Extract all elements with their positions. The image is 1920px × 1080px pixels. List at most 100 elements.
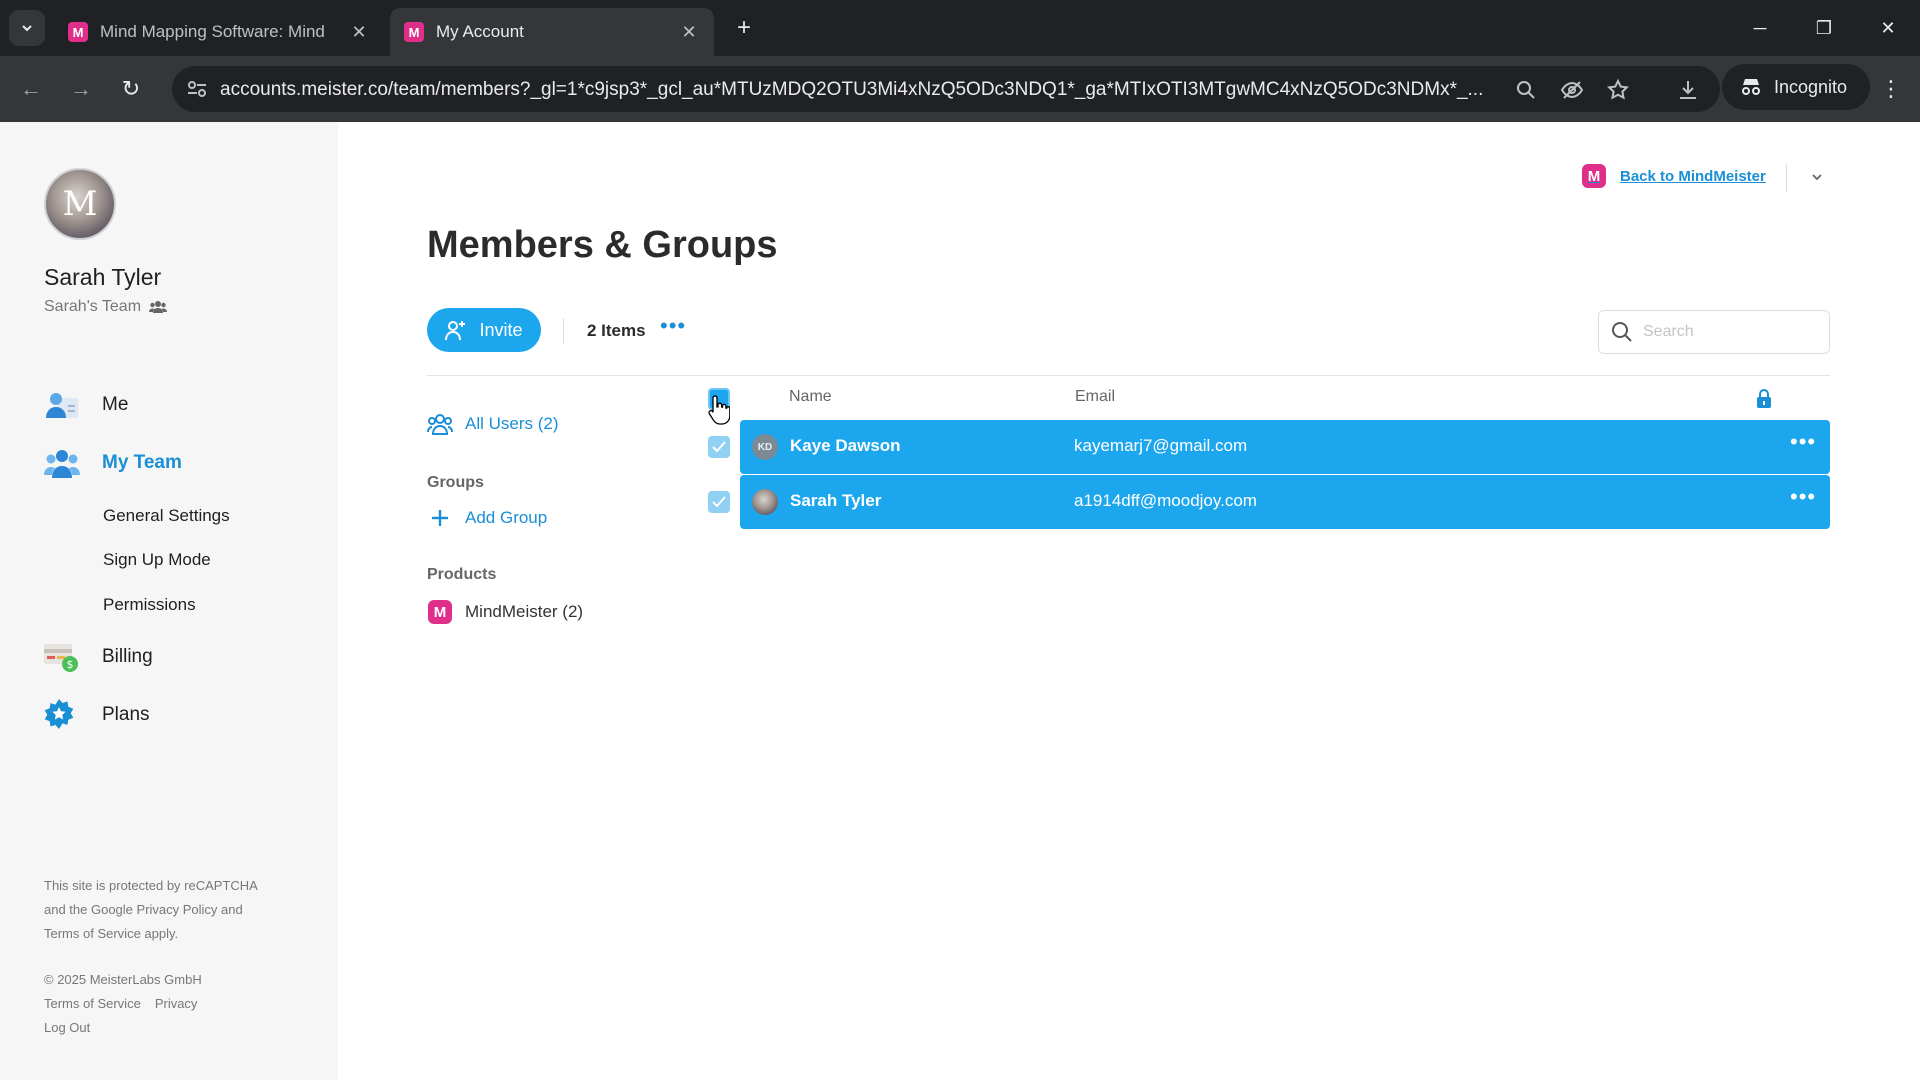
- add-group-button[interactable]: Add Group: [427, 506, 547, 530]
- tab-title: Mind Mapping Software: Mind: [100, 22, 325, 41]
- filter-label: Add Group: [465, 508, 548, 527]
- column-header-name[interactable]: Name: [789, 388, 832, 406]
- search-box[interactable]: [1598, 310, 1830, 354]
- divider: [427, 375, 1830, 376]
- avatar: [752, 489, 778, 515]
- back-to-mindmeister-link[interactable]: M Back to MindMeister: [1582, 164, 1766, 188]
- add-user-icon: [445, 321, 466, 341]
- sub-nav-general-settings[interactable]: General Settings: [103, 506, 230, 526]
- search-input[interactable]: [1641, 322, 1811, 342]
- nav-item-my-team[interactable]: My Team: [44, 446, 182, 480]
- minimize-icon[interactable]: ─: [1740, 12, 1780, 44]
- more-options-icon[interactable]: •••: [1790, 431, 1815, 456]
- nav-label: Plans: [102, 704, 150, 725]
- hand-cursor-icon: [708, 395, 730, 425]
- invite-label: Invite: [479, 319, 523, 340]
- window-close-icon[interactable]: ✕: [1868, 12, 1908, 44]
- page-title: Members & Groups: [427, 224, 778, 266]
- user-name: Sarah Tyler: [44, 264, 162, 290]
- nav-label: Billing: [102, 646, 153, 667]
- team-name: Sarah's Team: [44, 298, 168, 316]
- copyright: © 2025 MeisterLabs GmbH: [44, 972, 202, 987]
- chevron-down-icon: [22, 25, 32, 32]
- nav-item-billing[interactable]: $ Billing: [44, 640, 153, 674]
- footer-links: © 2025 MeisterLabs GmbH Terms of Service…: [44, 968, 211, 1040]
- browser-tab-mindmeister[interactable]: M Mind Mapping Software: Mind ✕: [54, 8, 384, 56]
- recaptcha-line: This site is protected by reCAPTCHA: [44, 878, 258, 893]
- avatar[interactable]: M: [44, 168, 116, 240]
- zoom-icon[interactable]: [1514, 78, 1538, 102]
- incognito-label: Incognito: [1774, 76, 1848, 97]
- row-checkbox[interactable]: [708, 436, 730, 458]
- tab-search-button[interactable]: [9, 10, 45, 46]
- chevron-down-icon[interactable]: [1808, 168, 1826, 186]
- invite-button[interactable]: Invite: [427, 308, 541, 352]
- restore-icon[interactable]: ❐: [1804, 12, 1844, 44]
- forward-arrow-icon[interactable]: →: [64, 72, 98, 106]
- filter-label: MindMeister (2): [465, 602, 584, 621]
- address-bar[interactable]: accounts.meister.co/team/members?_gl=1*c…: [172, 66, 1720, 112]
- table-row[interactable]: KD Kaye Dawson kayemarj7@gmail.com •••: [740, 420, 1830, 474]
- plans-icon: [44, 699, 74, 729]
- column-header-email[interactable]: Email: [1075, 388, 1115, 406]
- incognito-badge[interactable]: Incognito: [1722, 64, 1870, 110]
- browser-toolbar: ← → ↻ accounts.meister.co/team/members?_…: [0, 56, 1920, 122]
- logout-link[interactable]: Log Out: [44, 1016, 211, 1040]
- table-row[interactable]: Sarah Tyler a1914dff@moodjoy.com •••: [740, 475, 1830, 529]
- sidebar: M Sarah Tyler Sarah's Team Me My Team Ge…: [0, 122, 338, 1080]
- users-icon: [427, 414, 453, 435]
- sub-nav-permissions[interactable]: Permissions: [103, 595, 196, 615]
- nav-label: My Team: [102, 452, 182, 473]
- page: M Sarah Tyler Sarah's Team Me My Team Ge…: [0, 122, 1920, 1080]
- avatar: KD: [752, 434, 778, 460]
- nav-label: Me: [102, 394, 129, 415]
- kebab-menu-icon[interactable]: ⋮: [1874, 72, 1908, 106]
- recaptcha-line: Terms of Service apply.: [44, 926, 179, 941]
- tab-title: My Account: [436, 22, 524, 41]
- more-options-icon[interactable]: •••: [660, 315, 685, 340]
- tab-close-icon[interactable]: ✕: [678, 22, 700, 43]
- browser-tab-bar: M Mind Mapping Software: Mind ✕ M My Acc…: [0, 0, 1920, 56]
- back-link-label: Back to MindMeister: [1620, 167, 1766, 185]
- member-name: Sarah Tyler: [790, 491, 882, 510]
- mindmeister-logo-icon: M: [427, 600, 453, 624]
- divider: [563, 318, 564, 344]
- back-arrow-icon[interactable]: ←: [14, 72, 48, 106]
- team-icon: [44, 450, 80, 478]
- row-checkbox[interactable]: [708, 491, 730, 513]
- new-tab-icon[interactable]: +: [730, 14, 758, 42]
- filter-mindmeister[interactable]: M MindMeister (2): [427, 600, 583, 624]
- tab-close-icon[interactable]: ✕: [348, 22, 370, 43]
- more-options-icon[interactable]: •••: [1790, 486, 1815, 511]
- member-email: a1914dff@moodjoy.com: [1074, 491, 1257, 510]
- checkmark-icon: [712, 441, 726, 453]
- url-text[interactable]: accounts.meister.co/team/members?_gl=1*c…: [220, 79, 1510, 101]
- team-icon: [149, 301, 168, 313]
- recaptcha-line: and the Google Privacy Policy and: [44, 902, 243, 917]
- reload-icon[interactable]: ↻: [114, 72, 148, 106]
- terms-link[interactable]: Terms of Service: [44, 996, 141, 1011]
- filter-label: All Users (2): [465, 414, 559, 433]
- privacy-link[interactable]: Privacy: [155, 996, 198, 1011]
- eye-off-icon[interactable]: [1560, 78, 1584, 102]
- search-icon: [1612, 322, 1632, 342]
- incognito-icon: [1742, 79, 1760, 95]
- person-icon: [46, 393, 78, 418]
- mindmeister-logo-icon: M: [1582, 164, 1606, 188]
- items-count: 2 Items: [587, 321, 646, 340]
- browser-tab-my-account[interactable]: M My Account ✕: [390, 8, 714, 56]
- filter-all-users[interactable]: All Users (2): [427, 412, 559, 436]
- sub-nav-sign-up-mode[interactable]: Sign Up Mode: [103, 550, 211, 570]
- download-icon[interactable]: [1676, 78, 1700, 102]
- star-icon[interactable]: [1606, 78, 1630, 102]
- team-name-label: Sarah's Team: [44, 298, 142, 315]
- svg-text:$: $: [67, 658, 74, 671]
- checkmark-icon: [712, 496, 726, 508]
- mindmeister-favicon-icon: M: [68, 22, 88, 42]
- recaptcha-notice: This site is protected by reCAPTCHA and …: [44, 874, 258, 946]
- nav-item-plans[interactable]: Plans: [44, 698, 150, 732]
- nav-item-me[interactable]: Me: [44, 388, 128, 422]
- groups-heading: Groups: [427, 474, 484, 491]
- site-settings-icon[interactable]: [186, 78, 208, 100]
- lock-icon[interactable]: [1754, 388, 1774, 410]
